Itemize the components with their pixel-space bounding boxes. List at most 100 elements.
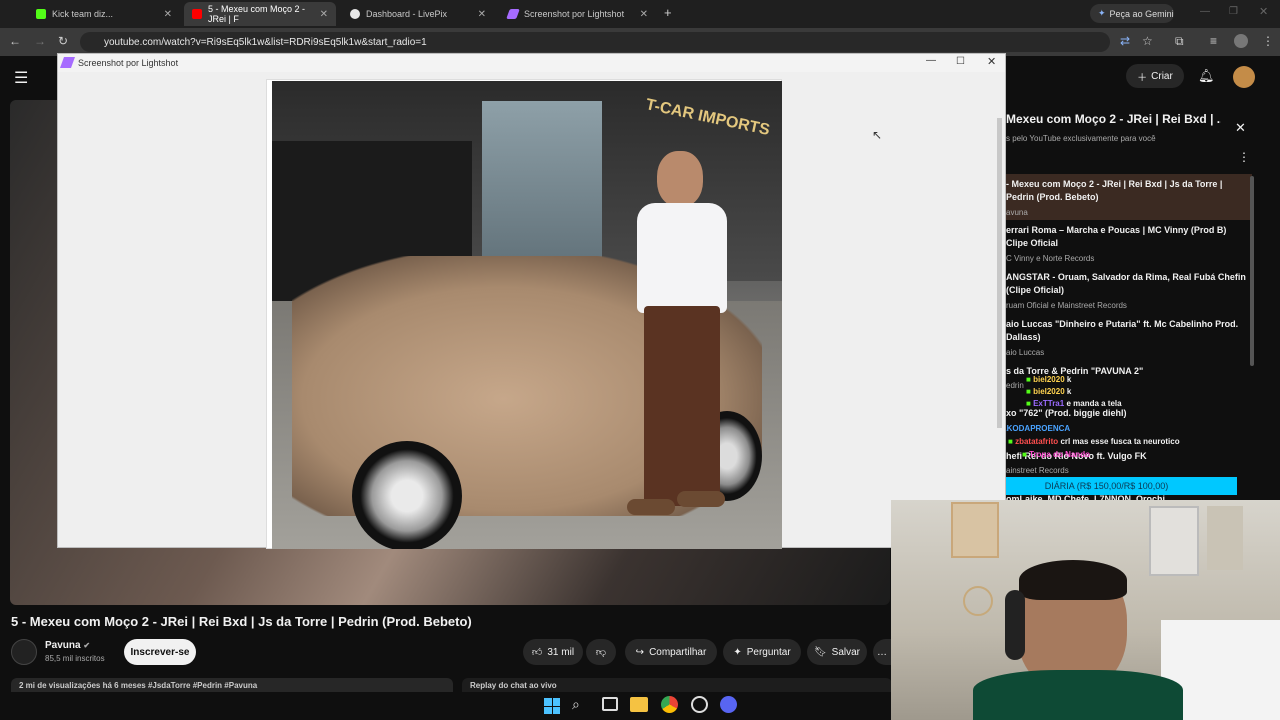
playlist-menu-icon[interactable]: ⋮	[1238, 150, 1250, 164]
playlist-item-channel: avuna	[1006, 208, 1028, 217]
wall-decor	[963, 586, 993, 616]
playlist-item[interactable]: xo "762" (Prod. biggie diehl)	[1006, 407, 1246, 420]
man-head	[657, 151, 703, 207]
tab-livepix[interactable]: Dashboard - LivePix ✕	[342, 2, 494, 26]
minimize-icon[interactable]: —	[926, 55, 936, 66]
car-photo: T-CAR IMPORTS	[272, 81, 782, 549]
playlist-item[interactable]: - Mexeu com Moço 2 - JRei | Rei Bxd | Js…	[1006, 178, 1246, 204]
video-title: 5 - Mexeu com Moço 2 - JRei | Rei Bxd | …	[11, 614, 472, 629]
playlist-item[interactable]: errari Roma – Marcha e Poucas | MC Vinny…	[1006, 224, 1246, 250]
save-label: Salvar	[831, 646, 861, 658]
back-icon[interactable]: ←	[9, 34, 21, 48]
share-label: Compartilhar	[649, 646, 707, 658]
thumbs-up-icon: 👍︎	[531, 647, 543, 658]
menu-kebab-icon[interactable]: ⋮	[1262, 34, 1274, 48]
playlist-item[interactable]: aio Luccas "Dinheiro e Putaria" ft. Mc C…	[1006, 318, 1246, 344]
chat-message: ■ Tropa do Nando	[1022, 450, 1090, 459]
extensions-icon[interactable]: ⧉	[1175, 34, 1184, 49]
wall-frame	[1149, 506, 1199, 576]
channel-name[interactable]: Pavuna ✔	[45, 640, 90, 651]
kick-icon	[36, 9, 46, 19]
maximize-icon[interactable]: ❐	[1229, 6, 1238, 17]
bookmark-icon: 🔖︎	[813, 646, 827, 658]
chat-message: ■ biel2020 k	[1026, 387, 1072, 396]
tab-search-icon[interactable]: ≡	[1210, 34, 1217, 48]
chat-replay-header[interactable]: Replay do chat ao vivo	[462, 678, 892, 692]
share-button[interactable]: ↪ Compartilhar	[625, 639, 717, 665]
ask-button[interactable]: ✦ Perguntar	[723, 639, 801, 665]
hamburger-menu-icon[interactable]: ☰	[14, 68, 28, 88]
taskbar: ⌕	[530, 692, 750, 720]
close-icon[interactable]: ✕	[164, 9, 172, 20]
shoe	[627, 499, 675, 515]
file-explorer-icon[interactable]	[630, 697, 648, 712]
close-icon[interactable]: ✕	[640, 9, 648, 20]
subscribe-button[interactable]: Inscrever-se	[124, 639, 196, 665]
new-tab-button[interactable]: +	[664, 5, 672, 20]
close-icon[interactable]: ✕	[320, 9, 328, 20]
plus-icon: ＋	[1137, 72, 1148, 84]
channel-avatar[interactable]	[1233, 66, 1255, 88]
profile-avatar[interactable]	[1234, 34, 1248, 48]
reload-icon[interactable]: ↻	[58, 34, 68, 48]
save-button[interactable]: 🔖︎ Salvar	[807, 639, 867, 665]
chrome-icon[interactable]	[661, 696, 678, 713]
lightshot-title: Screenshot por Lightshot	[78, 58, 179, 68]
ask-label: Perguntar	[746, 646, 791, 658]
screenshot-image: T-CAR IMPORTS	[266, 79, 782, 549]
bookmark-star-icon[interactable]: ☆	[1142, 34, 1153, 48]
like-count: 31 mil	[547, 646, 575, 658]
more-actions-button[interactable]: …	[873, 639, 891, 665]
task-view-icon[interactable]	[602, 697, 618, 711]
livepix-icon	[350, 9, 360, 19]
notifications-bell-icon[interactable]: 🔔︎	[1198, 68, 1215, 84]
kick-icon: ■	[1026, 387, 1031, 396]
share-icon: ↪	[635, 646, 645, 658]
playlist-item-channel: ruam Oficial e Mainstreet Records	[1006, 301, 1127, 310]
forward-icon[interactable]: →	[34, 34, 46, 48]
playlist-item[interactable]: ANGSTAR - Oruam, Salvador da Rima, Real …	[1006, 271, 1246, 297]
man-trousers	[644, 306, 720, 506]
search-icon[interactable]: ⌕	[572, 696, 580, 713]
close-icon[interactable]: ✕	[987, 55, 996, 68]
mouse-cursor-icon: ↖	[872, 128, 883, 142]
glass-window	[482, 101, 602, 281]
chat-message: ■ biel2020 k	[1026, 375, 1072, 384]
wall-frame	[1207, 506, 1243, 570]
address-bar[interactable]: youtube.com/watch?v=Ri9sEq5lk1w&list=RDR…	[80, 32, 1110, 52]
webcam-overlay	[891, 500, 1280, 720]
wall-frame	[951, 502, 999, 558]
create-label: Criar	[1151, 70, 1173, 82]
playlist-scrollbar[interactable]	[1250, 176, 1254, 366]
create-button[interactable]: ＋ Criar	[1126, 64, 1184, 88]
sparkle-icon: ✦	[733, 646, 742, 658]
gemini-label: Peça ao Gemini	[1109, 8, 1174, 19]
minimize-icon[interactable]: —	[1200, 6, 1210, 17]
like-button[interactable]: 👍︎ 31 mil	[523, 639, 583, 665]
tab-label: 5 - Mexeu com Moço 2 - JRei | F	[208, 4, 306, 24]
playlist-item-channel: aio Luccas	[1006, 348, 1045, 357]
windows-start-icon[interactable]	[544, 698, 560, 714]
youtube-icon	[192, 9, 202, 19]
close-icon[interactable]: ✕	[478, 9, 486, 20]
lightshot-scrollbar[interactable]	[997, 118, 1002, 428]
discord-icon[interactable]	[720, 696, 737, 713]
dislike-button[interactable]: 👎︎	[586, 639, 616, 665]
close-playlist-icon[interactable]: ✕	[1235, 120, 1246, 136]
lightshot-window: Screenshot por Lightshot — ☐ ✕ T-CAR IMP…	[57, 53, 1006, 549]
gemini-button[interactable]: ✦ Peça ao Gemini	[1090, 4, 1174, 23]
video-description-box[interactable]: 2 mi de visualizações há 6 meses #JsdaTo…	[11, 678, 453, 692]
channel-avatar[interactable]	[11, 639, 37, 665]
streamer-shirt	[973, 670, 1183, 720]
obs-icon[interactable]	[691, 696, 708, 713]
maximize-icon[interactable]: ☐	[956, 56, 965, 67]
translate-icon[interactable]: ⇄	[1120, 34, 1130, 48]
close-window-icon[interactable]: ✕	[1259, 5, 1268, 18]
kick-icon: ■	[1026, 399, 1031, 408]
man-shirt	[637, 203, 727, 313]
tab-kick[interactable]: Kick team diz... ✕	[28, 2, 180, 26]
tab-lightshot[interactable]: Screenshot por Lightshot ✕	[500, 2, 656, 26]
kick-icon: ■	[1026, 375, 1031, 384]
url-text: youtube.com/watch?v=Ri9sEq5lk1w&list=RDR…	[104, 36, 427, 48]
tab-youtube[interactable]: 5 - Mexeu com Moço 2 - JRei | F ✕	[184, 2, 336, 26]
